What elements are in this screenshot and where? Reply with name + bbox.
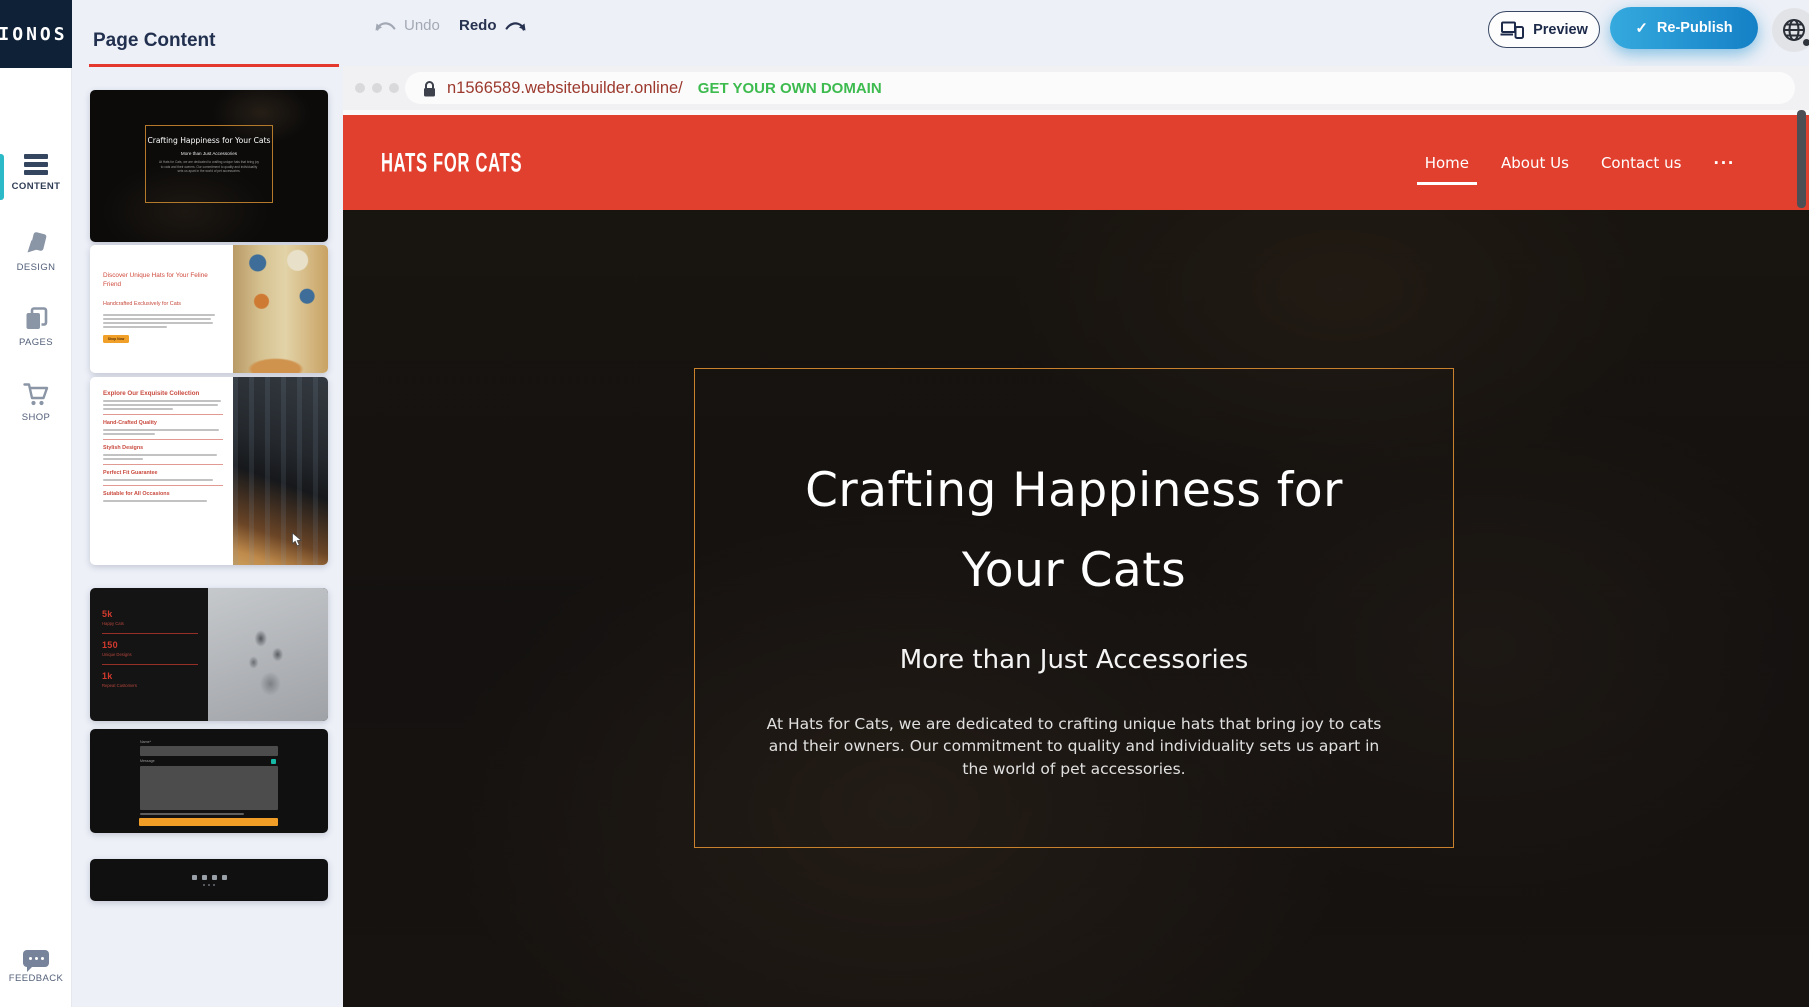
redo-icon: [505, 19, 527, 32]
design-icon: [23, 230, 49, 256]
sidebar-item-content[interactable]: CONTENT: [0, 154, 72, 192]
thumb-discover-paragraph: [103, 314, 223, 328]
undo-label: Undo: [404, 17, 440, 34]
feature-item: Suitable for All Occasions: [103, 491, 223, 497]
panel-divider: [89, 64, 339, 67]
sidebar-item-label: CONTENT: [12, 181, 61, 192]
app-root: IONOS CONTENT DESIGN PAGES: [0, 0, 1809, 1007]
hero-title: Crafting Happiness for Your Cats: [754, 451, 1394, 611]
thumb-shop-now-button: Shop Now: [103, 335, 129, 343]
thumb-form-consent-text: [140, 813, 244, 815]
browser-url-bar: n1566589.websitebuilder.online/ GET YOUR…: [343, 66, 1809, 110]
republish-button[interactable]: ✓ Re-Publish: [1610, 7, 1758, 49]
check-icon: ✓: [1635, 19, 1648, 37]
republish-label: Re-Publish: [1657, 20, 1733, 36]
thumb-hero-title: Crafting Happiness for Your Cats: [147, 136, 270, 146]
feature-item: Explore Our Exquisite Collection: [103, 390, 223, 397]
pages-icon: [24, 306, 49, 331]
thumbnail-footer-section[interactable]: [90, 859, 328, 901]
mouse-cursor: [291, 532, 302, 547]
address-pill: n1566589.websitebuilder.online/ GET YOUR…: [405, 72, 1795, 104]
sidebar-item-label: PAGES: [19, 337, 53, 348]
sidebar-item-shop[interactable]: SHOP: [0, 382, 72, 423]
sidebar-item-design[interactable]: DESIGN: [0, 230, 72, 273]
nav-about-us[interactable]: About Us: [1501, 154, 1569, 172]
site-logo[interactable]: HATS FOR CATS: [381, 147, 522, 179]
sidebar-item-pages[interactable]: PAGES: [0, 306, 72, 348]
thumb-form-message-textarea: [140, 766, 278, 810]
page-content-panel: Page Content Crafting Happiness for Your…: [72, 0, 343, 1007]
thumb-stats-list: 5k Happy Cats 150 Unique Designs 1k Repe…: [90, 588, 208, 721]
redo-button[interactable]: Redo: [459, 17, 527, 34]
shop-cart-icon: [23, 382, 49, 406]
preview-button[interactable]: Preview: [1488, 11, 1600, 48]
preview-devices-icon: [1500, 21, 1524, 39]
preview-label: Preview: [1533, 22, 1588, 38]
site-header[interactable]: HATS FOR CATS Home About Us Contact us ·…: [343, 115, 1809, 210]
thumb-features-photo: [233, 377, 328, 565]
feature-item: Perfect Fit Guarantee: [103, 470, 223, 476]
thumb-discover-heading: Discover Unique Hats for Your Feline Fri…: [103, 271, 223, 290]
thumbnail-contact-section[interactable]: Name* Message: [90, 729, 328, 833]
language-globe-button[interactable]: [1772, 8, 1809, 52]
stat-value: 1k: [102, 671, 196, 681]
feedback-icon: [23, 950, 49, 967]
sidebar-item-label: FEEDBACK: [9, 973, 63, 984]
redo-label: Redo: [459, 17, 497, 34]
sidebar: CONTENT DESIGN PAGES SHOP FEE: [0, 68, 72, 1007]
undo-button[interactable]: Undo: [374, 17, 440, 34]
stat-value: 150: [102, 640, 196, 650]
feature-item: Stylish Designs: [103, 445, 223, 451]
thumb-features-list: Explore Our Exquisite Collection Hand-Cr…: [90, 377, 233, 565]
hero-body-text: At Hats for Cats, we are dedicated to cr…: [754, 713, 1394, 780]
thumbnail-hero-frame: Crafting Happiness for Your Cats More th…: [145, 125, 273, 203]
thumb-hero-subtitle: More than Just Accessories: [181, 151, 237, 156]
sidebar-item-feedback[interactable]: FEEDBACK: [0, 950, 72, 984]
thumb-paw-photo: [208, 588, 328, 721]
panel-title: Page Content: [93, 30, 215, 52]
hero-subtitle: More than Just Accessories: [900, 645, 1249, 675]
stat-label: Happy Cats: [102, 621, 196, 626]
thumb-discover-text: Discover Unique Hats for Your Feline Fri…: [90, 245, 233, 373]
thumb-footer-text: [203, 884, 215, 886]
nav-home[interactable]: Home: [1425, 154, 1469, 172]
thumb-discover-photo: [233, 245, 328, 373]
stat-label: Unique Designs: [102, 652, 196, 657]
window-dots-icon: [355, 83, 399, 93]
undo-icon: [374, 19, 396, 32]
stat-label: Repeat Customers: [102, 683, 196, 688]
thumb-form-name-label: Name*: [140, 740, 151, 744]
hero-section[interactable]: Crafting Happiness for Your Cats More th…: [343, 210, 1809, 1007]
hero-selected-block[interactable]: Crafting Happiness for Your Cats More th…: [694, 368, 1454, 848]
ionos-logo[interactable]: IONOS: [0, 0, 72, 68]
ai-assist-icon: [271, 759, 276, 764]
thumb-discover-subheading: Handcrafted Exclusively for Cats: [103, 301, 223, 307]
site-preview-frame: n1566589.websitebuilder.online/ GET YOUR…: [343, 66, 1809, 1007]
sidebar-item-label: SHOP: [22, 412, 51, 423]
nav-more-menu[interactable]: ···: [1713, 154, 1735, 172]
feature-item: Hand-Crafted Quality: [103, 420, 223, 426]
thumb-form-submit-button: [139, 818, 278, 826]
thumbnail-hero-section[interactable]: Crafting Happiness for Your Cats More th…: [90, 90, 328, 242]
thumb-form-name-input: [140, 746, 278, 756]
site-nav: Home About Us Contact us ···: [1425, 115, 1735, 210]
thumbnail-discover-section[interactable]: Discover Unique Hats for Your Feline Fri…: [90, 245, 328, 373]
thumb-form-message-label: Message: [140, 759, 155, 763]
get-domain-link[interactable]: GET YOUR OWN DOMAIN: [698, 80, 882, 97]
thumbnail-features-section[interactable]: Explore Our Exquisite Collection Hand-Cr…: [90, 377, 328, 565]
thumbnail-stats-section[interactable]: 5k Happy Cats 150 Unique Designs 1k Repe…: [90, 588, 328, 721]
sidebar-item-label: DESIGN: [17, 262, 56, 273]
content-icon: [23, 154, 49, 175]
site-url[interactable]: n1566589.websitebuilder.online/: [447, 79, 683, 98]
lock-icon: [423, 80, 436, 97]
nav-contact-us[interactable]: Contact us: [1601, 154, 1681, 172]
preview-scrollbar[interactable]: [1797, 110, 1806, 208]
thumb-footer-social-icons: [192, 875, 227, 880]
stat-value: 5k: [102, 609, 196, 619]
globe-badge: [1803, 39, 1809, 46]
ionos-logo-text: IONOS: [0, 24, 68, 45]
thumb-shop-now-label: Shop Now: [108, 337, 125, 341]
thumb-hero-body: At Hats for Cats, we are dedicated to cr…: [146, 160, 272, 173]
